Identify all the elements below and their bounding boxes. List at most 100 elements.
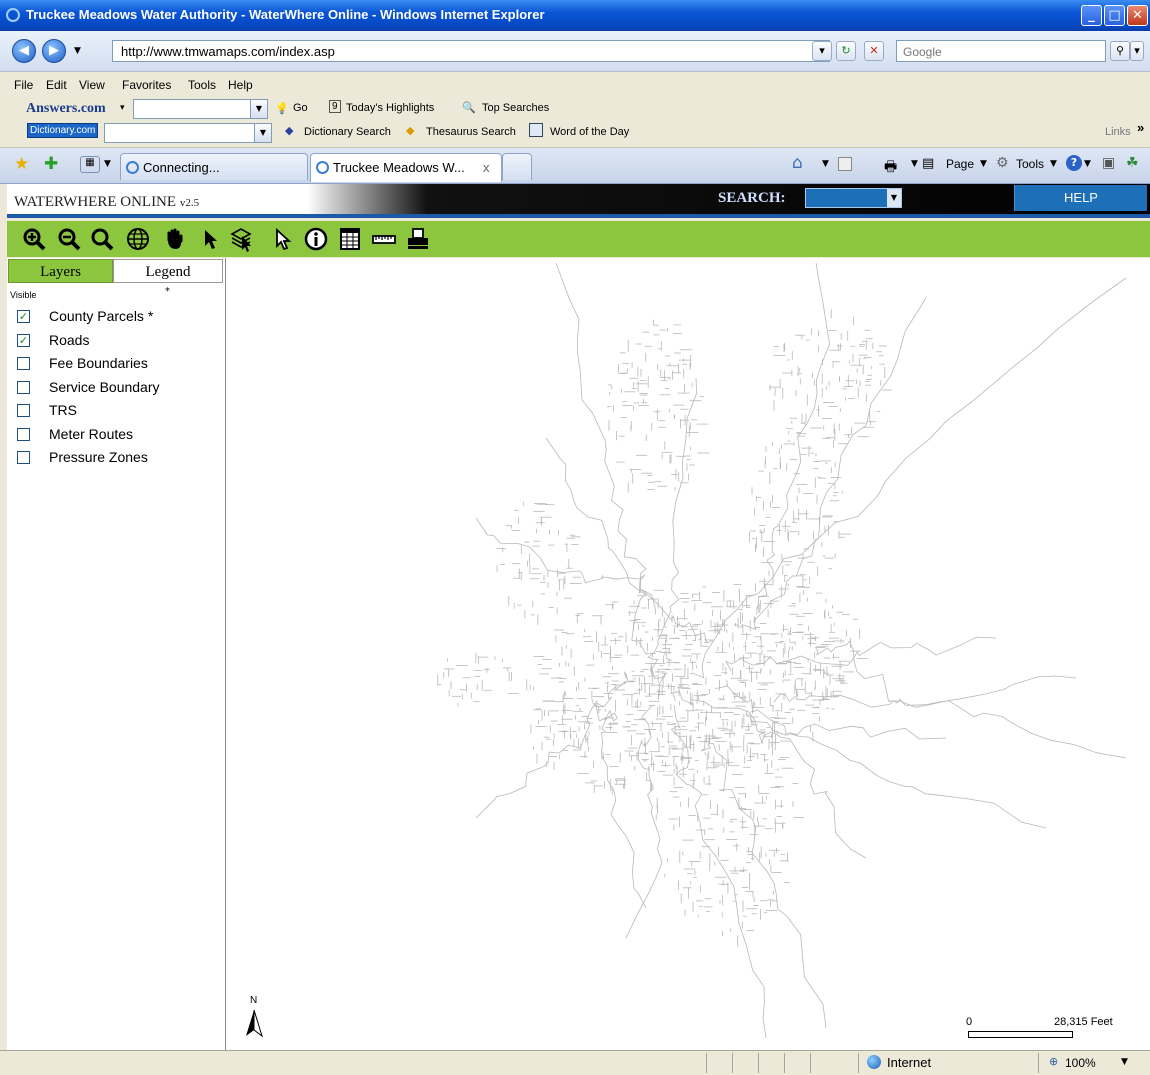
menu-tools[interactable]: Tools [188,78,216,92]
road-network-map[interactable] [226,258,1150,1050]
dictionary-search[interactable]: Dictionary Search [304,126,391,138]
road-line [724,636,997,672]
links-label[interactable]: Links [1105,126,1131,138]
app-search-select[interactable]: ▼ [805,188,902,208]
page-dropdown-icon[interactable]: ▼ [980,159,987,169]
layer-visibility-checkbox[interactable] [17,427,30,441]
calendar-icon: 9 [329,100,341,113]
messenger-icon[interactable]: ☘ [1126,155,1139,171]
tab-legend[interactable]: Legend [113,259,223,283]
search-box[interactable] [896,40,1106,62]
globe-icon[interactable] [125,226,151,252]
layer-visibility-checkbox[interactable] [17,451,30,464]
road-line [773,675,1077,708]
back-button[interactable]: ◀ [12,39,36,63]
zoom-full-icon[interactable] [89,226,115,252]
minimize-button[interactable]: _ [1081,5,1102,26]
page-menu[interactable]: Page [946,157,974,171]
address-dropdown-icon[interactable]: ▾ [812,41,832,61]
attribute-table-icon[interactable] [337,226,363,252]
zoom-in-icon[interactable] [21,226,47,252]
layer-visibility-checkbox[interactable] [17,404,30,417]
layer-visibility-checkbox[interactable]: ✓ [17,333,30,347]
feeds-icon[interactable] [838,157,852,171]
menu-file[interactable]: File [14,78,33,92]
todays-highlights[interactable]: Today's Highlights [346,102,434,114]
dictionary-search-combo[interactable]: ▼ [104,123,272,143]
tools-dropdown-icon[interactable]: ▼ [1050,159,1057,169]
layer-row[interactable]: Service Boundary [7,377,225,399]
menu-help[interactable]: Help [228,78,253,92]
tab-connecting[interactable]: Connecting... [120,153,308,180]
close-window-button[interactable]: ✕ [1127,5,1148,26]
tools-menu[interactable]: Tools [1016,157,1044,171]
search-label: SEARCH: [718,190,786,206]
layer-row[interactable]: ✓ County Parcels * [7,306,225,328]
answers-menu-icon[interactable]: ▾ [120,102,125,113]
history-dropdown-icon[interactable]: ▼ [74,46,81,56]
identify-info-icon[interactable] [303,226,329,252]
stop-icon[interactable]: ✕ [864,41,884,61]
address-bar[interactable]: http://www.tmwamaps.com/index.asp [112,40,830,62]
pointer-outline-icon[interactable] [269,226,295,252]
tab-truckee-meadows[interactable]: Truckee Meadows W... x [310,153,502,182]
zoom-dropdown-icon[interactable]: ▼ [1121,1057,1128,1067]
menu-edit[interactable]: Edit [46,78,67,92]
answers-brand[interactable]: Answers.com [26,101,106,117]
add-favorite-icon[interactable]: ✚ [44,154,58,174]
home-dropdown-icon[interactable]: ▼ [822,159,829,169]
answers-go[interactable]: Go [293,102,308,114]
combo-arrow-icon[interactable]: ▼ [254,124,271,142]
menu-view[interactable]: View [79,78,105,92]
refresh-icon[interactable]: ↻ [836,41,856,61]
print-icon[interactable]: 🖶 [884,156,897,180]
select-arrow-icon[interactable] [197,226,223,252]
tab-list-dropdown-icon[interactable]: ▼ [104,159,111,169]
help-dropdown-icon[interactable]: ▼ [1084,159,1091,169]
measure-ruler-icon[interactable] [371,226,397,252]
layer-row[interactable]: Meter Routes [7,424,225,446]
thesaurus-search[interactable]: Thesaurus Search [426,126,516,138]
search-go-icon[interactable]: ⚲ [1110,41,1130,61]
pan-hand-icon[interactable] [162,226,188,252]
home-icon[interactable]: ⌂ [792,153,803,173]
help-button[interactable]: HELP [1014,185,1147,211]
print-map-icon[interactable] [405,226,431,252]
road-line [757,262,831,613]
maximize-button[interactable]: □ [1104,5,1125,26]
search-options-icon[interactable]: ▾ [1130,41,1144,61]
answers-search-combo[interactable]: ▼ [133,99,268,119]
layer-visibility-checkbox[interactable] [17,380,30,394]
zoom-out-icon[interactable] [56,226,82,252]
combo-arrow-icon[interactable]: ▼ [250,100,267,118]
favorites-star-icon[interactable]: ★ [14,154,29,174]
security-zone[interactable]: Internet [858,1053,1038,1073]
gear-icon[interactable]: ⚙ [996,155,1009,171]
map-view[interactable]: N 0 28,315 Feet [226,258,1150,1050]
links-chevron-icon[interactable]: » [1137,120,1144,135]
top-searches[interactable]: Top Searches [482,102,549,114]
forward-button[interactable]: ▶ [42,39,66,63]
search-input[interactable] [901,42,1095,62]
select-by-layer-icon[interactable] [229,226,255,252]
zoom-control[interactable]: ⊕ 100% ▼ [1038,1053,1150,1073]
layer-row[interactable]: ✓ Roads [7,330,225,352]
page-icon[interactable]: ▤ [922,156,934,171]
dictionary-brand[interactable]: Dictionary.com [27,123,99,138]
new-tab-button[interactable] [502,153,532,180]
layer-row[interactable]: TRS [7,400,225,422]
layer-row[interactable]: Fee Boundaries [7,353,225,375]
menu-favorites[interactable]: Favorites [122,78,171,92]
quick-tabs-icon[interactable]: ▦ [80,156,100,173]
tab-row: ★ ✚ ▦ ▼ Connecting... Truckee Meadows W.… [0,148,1150,184]
close-tab-icon[interactable]: x [483,160,490,175]
layer-visibility-checkbox[interactable]: ✓ [17,310,30,323]
word-of-the-day[interactable]: Word of the Day [550,126,629,138]
research-icon[interactable]: ▣ [1102,155,1115,171]
layer-row[interactable]: Pressure Zones [7,447,225,469]
help-icon[interactable]: ? [1066,155,1082,171]
tab-layers[interactable]: Layers [8,259,113,283]
layer-visibility-checkbox[interactable] [17,357,30,370]
select-arrow-icon[interactable]: ▼ [887,189,901,207]
print-dropdown-icon[interactable]: ▼ [911,159,918,169]
